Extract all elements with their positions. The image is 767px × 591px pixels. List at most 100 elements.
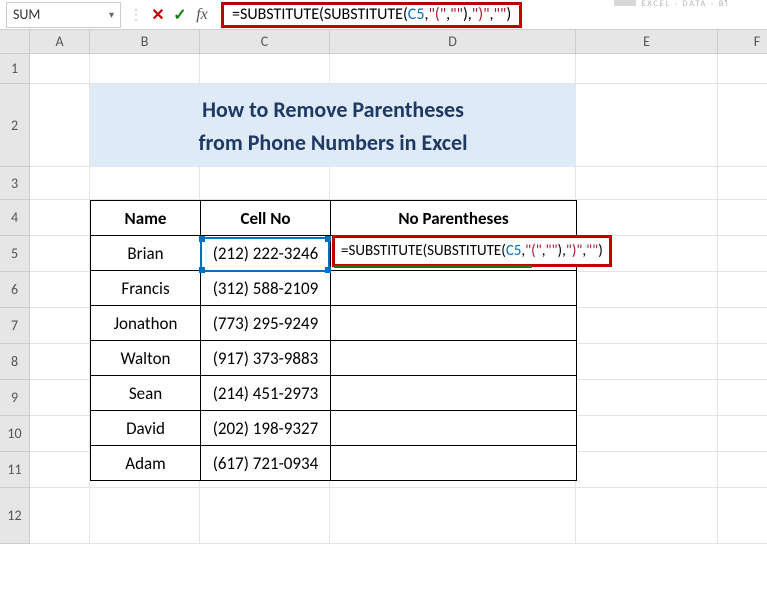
cell[interactable] (200, 488, 330, 544)
cell[interactable] (90, 54, 200, 84)
cell[interactable] (330, 84, 576, 167)
column-header[interactable]: A (30, 30, 90, 54)
cell[interactable] (30, 380, 90, 416)
cell[interactable] (576, 488, 718, 544)
table-cell[interactable] (331, 306, 577, 341)
fx-icon[interactable]: fx (191, 6, 213, 24)
row-header[interactable]: 1 (0, 54, 30, 84)
cell[interactable] (90, 84, 200, 167)
cell[interactable] (576, 308, 718, 344)
table-cell[interactable]: (214) 451-2973 (201, 376, 331, 411)
table-cell[interactable] (331, 271, 577, 306)
cell[interactable] (718, 236, 767, 272)
row-header[interactable]: 4 (0, 200, 30, 236)
cell[interactable] (30, 488, 90, 544)
formula-token: ), (463, 5, 472, 24)
row-header[interactable]: 3 (0, 167, 30, 200)
row-header[interactable]: 9 (0, 380, 30, 416)
table-cell[interactable]: (212) 222-3246 (201, 236, 331, 271)
row-header[interactable]: 11 (0, 452, 30, 488)
cell[interactable] (718, 416, 767, 452)
table-cell[interactable]: Sean (91, 376, 201, 411)
cell[interactable] (30, 167, 90, 200)
cell[interactable] (718, 308, 767, 344)
row-header[interactable]: 10 (0, 416, 30, 452)
column-header[interactable]: E (576, 30, 718, 54)
table-cell[interactable]: David (91, 411, 201, 446)
cell[interactable] (30, 272, 90, 308)
column-header[interactable]: F (718, 30, 767, 54)
cell[interactable] (576, 54, 718, 84)
table-cell[interactable]: (917) 373-9883 (201, 341, 331, 376)
cell[interactable] (30, 344, 90, 380)
cell[interactable] (30, 54, 90, 84)
formula-input[interactable]: =SUBSTITUTE(SUBSTITUTE(C5,"(",""),")",""… (221, 2, 522, 28)
accept-icon[interactable]: ✓ (169, 5, 191, 25)
active-cell-formula[interactable]: =SUBSTITUTE(SUBSTITUTE(C5,"(",""),")",""… (332, 235, 612, 267)
cell[interactable] (30, 416, 90, 452)
table-header[interactable]: Name (91, 201, 201, 236)
cell[interactable] (576, 167, 718, 200)
cell[interactable] (30, 84, 90, 167)
cell[interactable] (30, 236, 90, 272)
cell[interactable] (718, 488, 767, 544)
cell[interactable] (576, 416, 718, 452)
row-header[interactable]: 7 (0, 308, 30, 344)
cell[interactable] (718, 84, 767, 167)
table-cell[interactable]: Walton (91, 341, 201, 376)
cell[interactable] (30, 452, 90, 488)
column-header[interactable]: B (90, 30, 200, 54)
select-all-corner[interactable] (0, 30, 30, 54)
cell[interactable] (330, 488, 576, 544)
cell[interactable] (30, 200, 90, 236)
cell[interactable] (576, 452, 718, 488)
cell[interactable] (90, 488, 200, 544)
cell[interactable] (90, 167, 200, 200)
table-cell[interactable]: Francis (91, 271, 201, 306)
table-cell[interactable]: (773) 295-9249 (201, 306, 331, 341)
cell[interactable] (718, 452, 767, 488)
cell[interactable] (576, 84, 718, 167)
cell[interactable] (200, 167, 330, 200)
cell[interactable] (718, 344, 767, 380)
table-cell[interactable] (331, 411, 577, 446)
table-header[interactable]: Cell No (201, 201, 331, 236)
cell[interactable] (576, 380, 718, 416)
cell[interactable] (576, 272, 718, 308)
table-cell[interactable] (331, 446, 577, 481)
row-header[interactable]: 12 (0, 488, 30, 544)
cell[interactable] (330, 167, 576, 200)
table-cell[interactable] (331, 341, 577, 376)
column-header[interactable]: D (330, 30, 576, 54)
cancel-icon[interactable]: ✕ (147, 5, 169, 25)
column-header[interactable]: C (200, 30, 330, 54)
cell[interactable] (330, 54, 576, 84)
cell[interactable] (30, 308, 90, 344)
formula-token: ")" (472, 5, 490, 24)
table-cell[interactable]: (202) 198-9327 (201, 411, 331, 446)
cell[interactable] (200, 84, 330, 167)
row-header[interactable]: 2 (0, 84, 30, 167)
table-cell[interactable] (331, 376, 577, 411)
table-cell[interactable]: Adam (91, 446, 201, 481)
table-cell[interactable]: (617) 721-0934 (201, 446, 331, 481)
formula-token: =SUBSTITUTE(SUBSTITUTE( (232, 5, 408, 24)
cell[interactable] (718, 380, 767, 416)
cell[interactable] (718, 167, 767, 200)
row-header[interactable]: 6 (0, 272, 30, 308)
cell[interactable] (718, 54, 767, 84)
row-header[interactable]: 5 (0, 236, 30, 272)
cell[interactable] (576, 200, 718, 236)
table-header[interactable]: No Parentheses (331, 201, 577, 236)
formula-token: C5 (506, 242, 522, 260)
name-box[interactable]: SUM ▾ (6, 2, 121, 28)
table-cell[interactable]: Brian (91, 236, 201, 271)
cell[interactable] (718, 200, 767, 236)
table-cell[interactable]: Jonathon (91, 306, 201, 341)
table-cell[interactable]: (312) 588-2109 (201, 271, 331, 306)
row-header[interactable]: 8 (0, 344, 30, 380)
cell[interactable] (200, 54, 330, 84)
cell[interactable] (718, 272, 767, 308)
chevron-down-icon[interactable]: ▾ (109, 8, 114, 21)
cell[interactable] (576, 344, 718, 380)
